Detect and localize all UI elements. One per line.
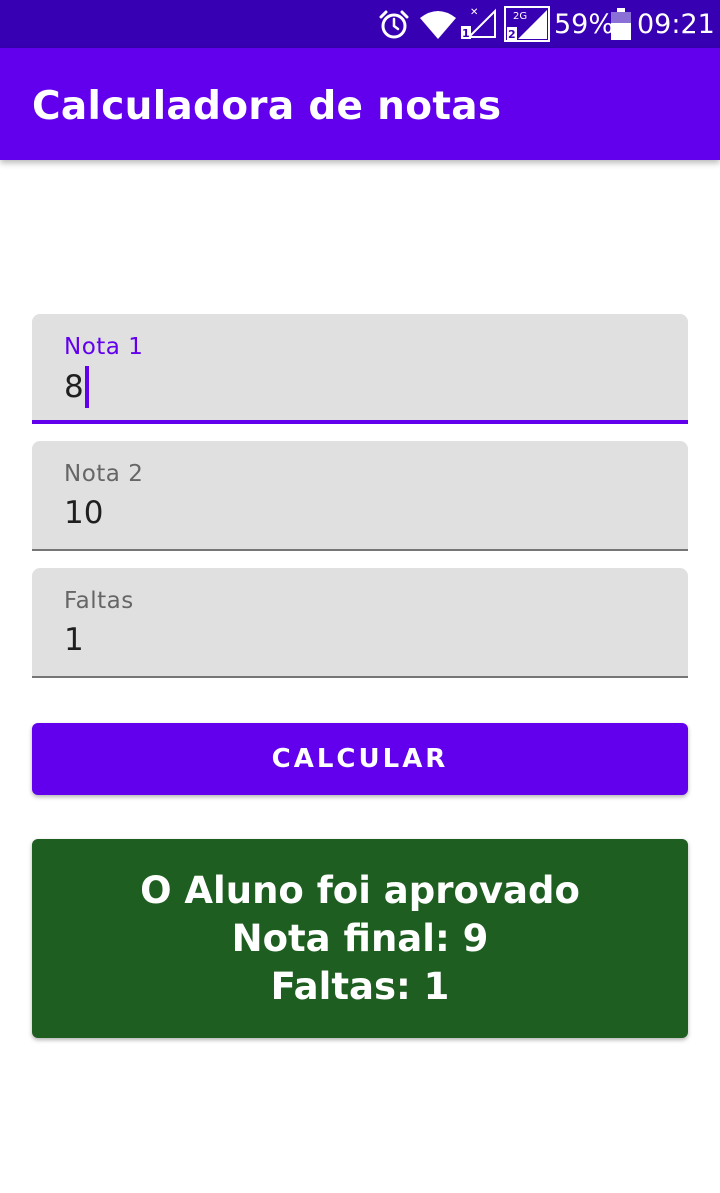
battery-percent: 59% — [554, 9, 615, 40]
result-card: O Aluno foi aprovado Nota final: 9 Falta… — [32, 839, 688, 1038]
battery-icon — [611, 8, 631, 45]
nota2-value: 10 — [64, 495, 104, 531]
nota2-label: Nota 2 — [64, 461, 144, 487]
nota1-label: Nota 1 — [64, 334, 144, 360]
nota1-input[interactable]: 8 — [64, 366, 89, 408]
faltas-label: Faltas — [64, 588, 134, 614]
network-label: 2G — [513, 11, 527, 22]
nota1-value: 8 — [64, 369, 84, 405]
signal-sim1-icon: ✕ 1 — [459, 6, 499, 45]
faltas-field[interactable]: Faltas 1 — [32, 568, 688, 678]
text-cursor — [84, 366, 89, 408]
result-absences: Faltas: 1 — [270, 964, 450, 1008]
result-final-grade: Nota final: 9 — [231, 916, 489, 960]
svg-text:✕: ✕ — [470, 7, 478, 18]
status-bar: ✕ 1 2G 2 59% 09:21 — [0, 0, 720, 48]
sim1-label: 1 — [462, 27, 470, 40]
app-bar: Calculadora de notas — [0, 48, 720, 160]
app-title: Calculadora de notas — [32, 84, 502, 129]
wifi-icon — [420, 10, 456, 45]
nota2-field[interactable]: Nota 2 10 — [32, 441, 688, 551]
signal-sim2-icon: 2G 2 — [504, 6, 550, 47]
nota2-input[interactable]: 10 — [64, 493, 103, 533]
result-status: O Aluno foi aprovado — [140, 868, 580, 912]
faltas-value: 1 — [64, 622, 84, 658]
nota1-field[interactable]: Nota 1 8 — [32, 314, 688, 424]
faltas-input[interactable]: 1 — [64, 620, 84, 660]
calcular-button[interactable]: CALCULAR — [32, 723, 688, 795]
alarm-icon — [378, 9, 410, 46]
sim2-label: 2 — [508, 28, 516, 41]
clock: 09:21 — [637, 9, 715, 40]
